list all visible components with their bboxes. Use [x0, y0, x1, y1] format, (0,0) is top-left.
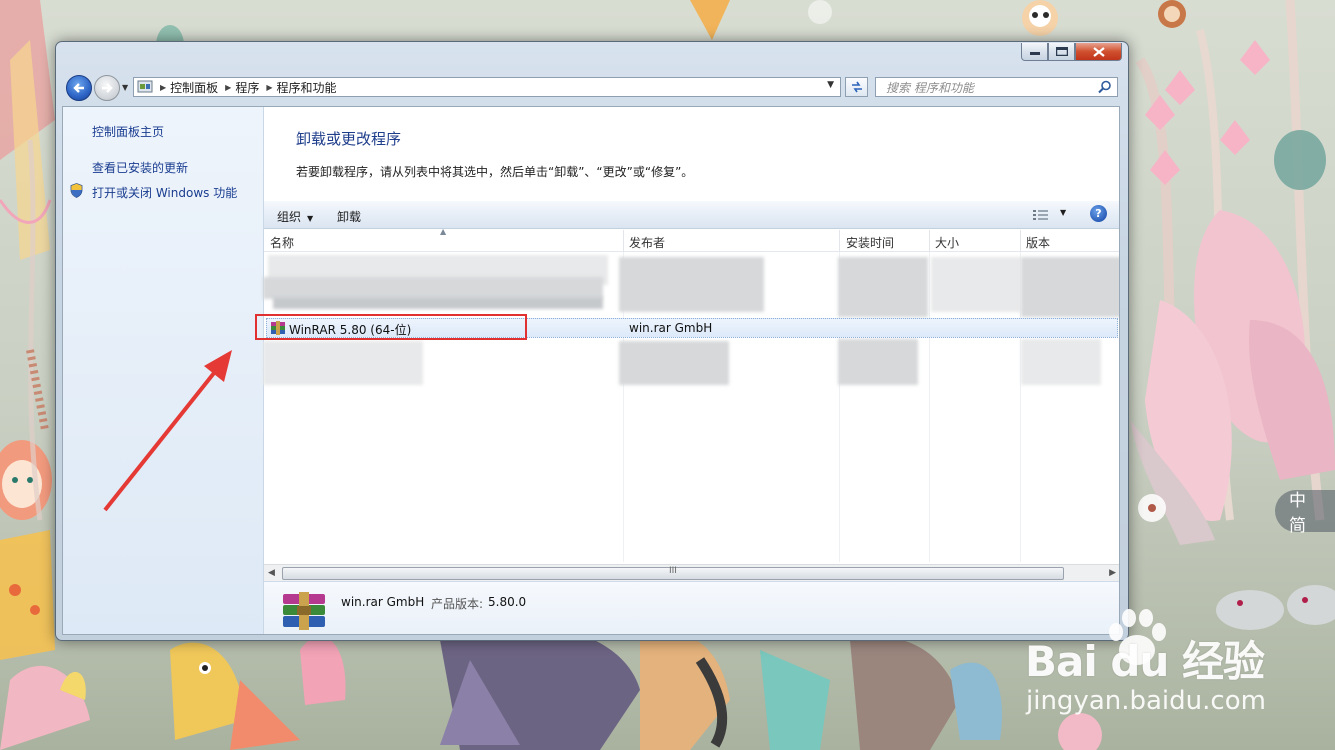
refresh-button[interactable] — [845, 77, 868, 97]
baidu-jingyan-logo: Bai du 经验 — [1025, 637, 1265, 686]
window-caption-buttons — [1021, 43, 1122, 61]
sidebar-item-view-installed-updates[interactable]: 查看已安装的更新 — [92, 159, 188, 176]
maximize-button[interactable] — [1048, 43, 1075, 61]
page-description: 若要卸载程序，请从列表中将其选中，然后单击“卸载”、“更改”或“修复”。 — [296, 165, 694, 179]
scrollbar-thumb[interactable]: III — [282, 566, 1064, 580]
control-panel-icon — [137, 80, 153, 93]
search-placeholder: 搜索 程序和功能 — [886, 80, 974, 95]
view-options-icon[interactable] — [1033, 209, 1049, 221]
address-dropdown-icon[interactable]: ▼ — [827, 80, 834, 90]
table-header: 名称 ▲ 发布者 安装时间 大小 版本 — [264, 227, 1119, 252]
command-bar: 组织 ▼ 卸载 ▼ ? — [264, 201, 1119, 229]
uninstall-button[interactable]: 卸载 — [337, 208, 361, 225]
minimize-icon — [1029, 51, 1040, 55]
recent-pages-dropdown[interactable]: ▼ — [122, 83, 128, 92]
breadcrumb-arrow-icon: ▶ — [225, 82, 232, 92]
search-input[interactable]: 搜索 程序和功能 — [875, 77, 1118, 97]
scrollbar-grip: III — [669, 566, 677, 576]
column-header-publisher[interactable]: 发布者 — [629, 234, 665, 251]
view-options-dropdown-icon[interactable]: ▼ — [1060, 208, 1066, 217]
sidebar-item-control-panel-home[interactable]: 控制面板主页 — [92, 123, 164, 140]
details-pane: win.rar GmbH 产品版本: 5.80.0 — [264, 581, 1119, 634]
sidebar-item-windows-features[interactable]: 打开或关闭 Windows 功能 — [92, 184, 237, 201]
horizontal-scrollbar[interactable]: ◀ III ▶ — [264, 564, 1119, 582]
column-divider[interactable] — [929, 230, 930, 251]
breadcrumb-programs-and-features[interactable]: 程序和功能 — [277, 79, 337, 96]
annotation-arrow-icon — [103, 350, 232, 512]
chevron-down-icon: ▼ — [307, 214, 314, 223]
ime-indicator[interactable]: 中 简 — [1275, 490, 1335, 536]
breadcrumb-arrow-icon: ▶ — [160, 82, 167, 92]
search-icon — [1098, 80, 1111, 94]
forward-button[interactable] — [94, 75, 120, 101]
close-icon — [1092, 46, 1105, 57]
help-icon[interactable]: ? — [1090, 205, 1107, 222]
column-divider[interactable] — [623, 230, 624, 251]
baidu-jingyan-url: jingyan.baidu.com — [1026, 686, 1266, 716]
scroll-right-icon[interactable]: ▶ — [1109, 568, 1116, 578]
column-header-size[interactable]: 大小 — [935, 234, 959, 251]
column-divider[interactable] — [1020, 230, 1021, 251]
winrar-large-icon — [283, 592, 325, 630]
scroll-left-icon[interactable]: ◀ — [268, 568, 275, 578]
details-version-label: 产品版本: — [431, 597, 484, 611]
arrow-right-icon — [102, 83, 113, 93]
highlight-box — [255, 314, 527, 340]
column-header-name[interactable]: 名称 — [270, 234, 294, 251]
sort-ascending-icon: ▲ — [440, 227, 447, 236]
details-publisher: win.rar GmbH — [341, 595, 425, 609]
minimize-button[interactable] — [1021, 43, 1048, 61]
column-header-install-date[interactable]: 安装时间 — [846, 234, 894, 251]
arrow-left-icon — [73, 83, 84, 93]
address-bar[interactable]: ▶ 控制面板 ▶ 程序 ▶ 程序和功能 ▼ — [133, 77, 841, 97]
column-gridline — [929, 252, 930, 562]
back-button[interactable] — [66, 75, 92, 101]
maximize-icon — [1055, 47, 1068, 56]
close-button[interactable] — [1075, 43, 1122, 61]
page-title: 卸载或更改程序 — [296, 130, 402, 148]
organize-label: 组织 — [277, 210, 302, 224]
organize-menu-button[interactable]: 组织 ▼ — [277, 208, 313, 225]
shield-icon — [70, 183, 83, 198]
breadcrumb-programs[interactable]: 程序 — [235, 79, 259, 96]
column-header-version[interactable]: 版本 — [1026, 234, 1050, 251]
details-version-value: 5.80.0 — [488, 595, 527, 609]
row-publisher-winrar: win.rar GmbH — [629, 321, 713, 335]
breadcrumb-control-panel[interactable]: 控制面板 — [170, 79, 218, 96]
breadcrumb-arrow-icon: ▶ — [266, 82, 273, 92]
refresh-icon — [851, 81, 862, 93]
column-divider[interactable] — [839, 230, 840, 251]
